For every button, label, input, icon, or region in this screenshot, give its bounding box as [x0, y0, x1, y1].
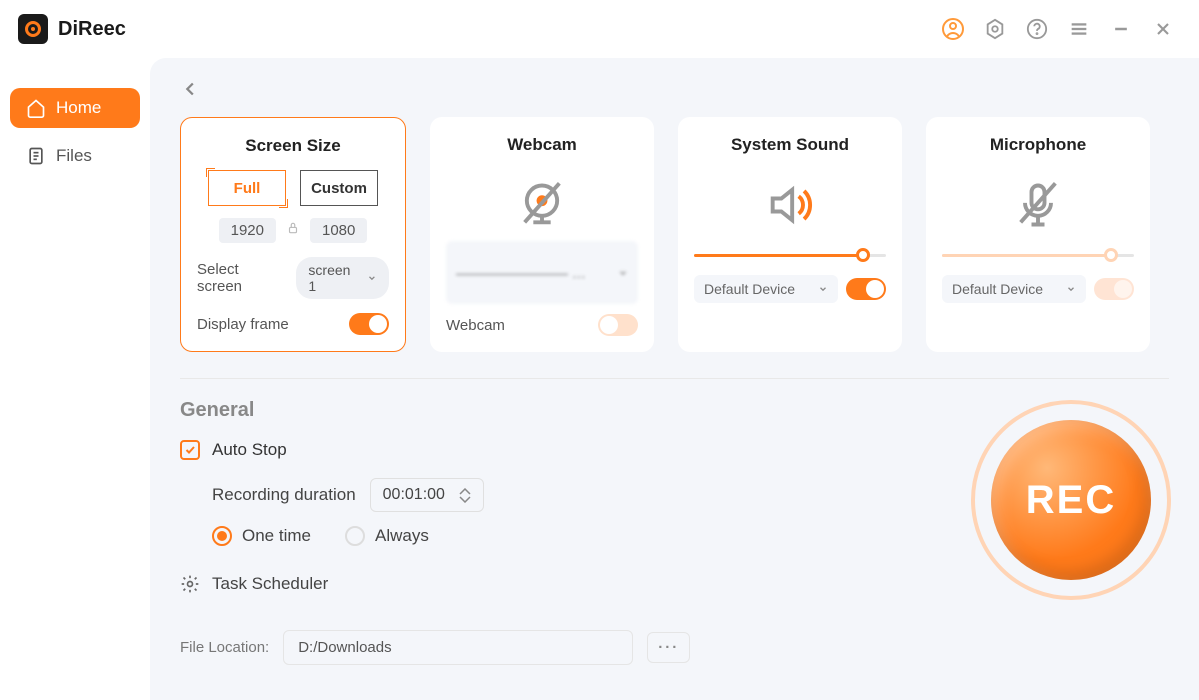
divider	[180, 378, 1169, 379]
lock-icon[interactable]	[286, 221, 300, 240]
width-input[interactable]: 1920	[219, 218, 276, 243]
settings-hex-icon[interactable]	[983, 17, 1007, 41]
webcam-device-dropdown[interactable]: ———————— …	[446, 241, 638, 304]
gear-icon	[180, 574, 200, 594]
recording-duration-label: Recording duration	[212, 485, 356, 505]
brand: DiReec	[18, 14, 126, 44]
card-webcam: Webcam ———————— … Webcam	[430, 117, 654, 352]
radio-one-time-circle	[212, 526, 232, 546]
select-screen-dropdown[interactable]: screen 1	[296, 257, 389, 299]
display-frame-toggle[interactable]	[349, 313, 389, 335]
record-button[interactable]: REC	[971, 400, 1171, 600]
user-icon[interactable]	[941, 17, 965, 41]
sidebar-label-home: Home	[56, 98, 101, 118]
microphone-icon	[1012, 169, 1064, 241]
record-button-label: REC	[1026, 478, 1116, 523]
sidebar-item-files[interactable]: Files	[10, 136, 140, 176]
stepper-up-icon[interactable]	[459, 488, 471, 495]
file-location-input[interactable]: D:/Downloads	[283, 630, 633, 665]
chevron-down-icon	[367, 273, 377, 283]
auto-stop-label: Auto Stop	[212, 440, 287, 460]
sidebar-label-files: Files	[56, 146, 92, 166]
card-title-webcam: Webcam	[507, 135, 577, 155]
select-screen-label: Select screen	[197, 261, 286, 295]
radio-always-circle	[345, 526, 365, 546]
size-full-button[interactable]: Full	[208, 170, 286, 206]
app-logo	[18, 14, 48, 44]
card-microphone: Microphone Default Device	[926, 117, 1150, 352]
check-icon	[184, 444, 196, 456]
webcam-label: Webcam	[446, 317, 505, 334]
chevron-down-icon	[618, 268, 628, 278]
card-title-mic: Microphone	[990, 135, 1086, 155]
sound-volume-slider[interactable]	[694, 245, 886, 265]
files-icon	[26, 146, 46, 166]
sound-device-dropdown[interactable]: Default Device	[694, 275, 838, 303]
webcam-icon	[516, 169, 568, 241]
sound-toggle[interactable]	[846, 278, 886, 300]
radio-always[interactable]: Always	[345, 526, 429, 546]
sidebar-item-home[interactable]: Home	[10, 88, 140, 128]
mic-toggle[interactable]	[1094, 278, 1134, 300]
file-location-browse[interactable]: ···	[647, 632, 690, 663]
size-custom-button[interactable]: Custom	[300, 170, 378, 206]
duration-input[interactable]: 00:01:00	[370, 478, 484, 512]
mic-volume-slider[interactable]	[942, 245, 1134, 265]
file-location-label: File Location:	[180, 639, 269, 656]
back-arrow[interactable]	[180, 78, 1169, 105]
card-title-screen: Screen Size	[245, 136, 340, 156]
card-title-sound: System Sound	[731, 135, 849, 155]
display-frame-label: Display frame	[197, 316, 289, 333]
chevron-down-icon	[818, 284, 828, 294]
home-icon	[26, 98, 46, 118]
card-screen-size: Screen Size Full Custom 1920 1080 Select…	[180, 117, 406, 352]
radio-one-time[interactable]: One time	[212, 526, 311, 546]
help-icon[interactable]	[1025, 17, 1049, 41]
height-input[interactable]: 1080	[310, 218, 367, 243]
speaker-icon	[764, 169, 816, 241]
auto-stop-checkbox[interactable]	[180, 440, 200, 460]
minimize-icon[interactable]	[1109, 17, 1133, 41]
mic-device-dropdown[interactable]: Default Device	[942, 275, 1086, 303]
webcam-toggle[interactable]	[598, 314, 638, 336]
stepper-down-icon[interactable]	[459, 496, 471, 503]
close-icon[interactable]	[1151, 17, 1175, 41]
brand-name: DiReec	[58, 18, 126, 41]
chevron-down-icon	[1066, 284, 1076, 294]
card-system-sound: System Sound Default Device	[678, 117, 902, 352]
menu-icon[interactable]	[1067, 17, 1091, 41]
